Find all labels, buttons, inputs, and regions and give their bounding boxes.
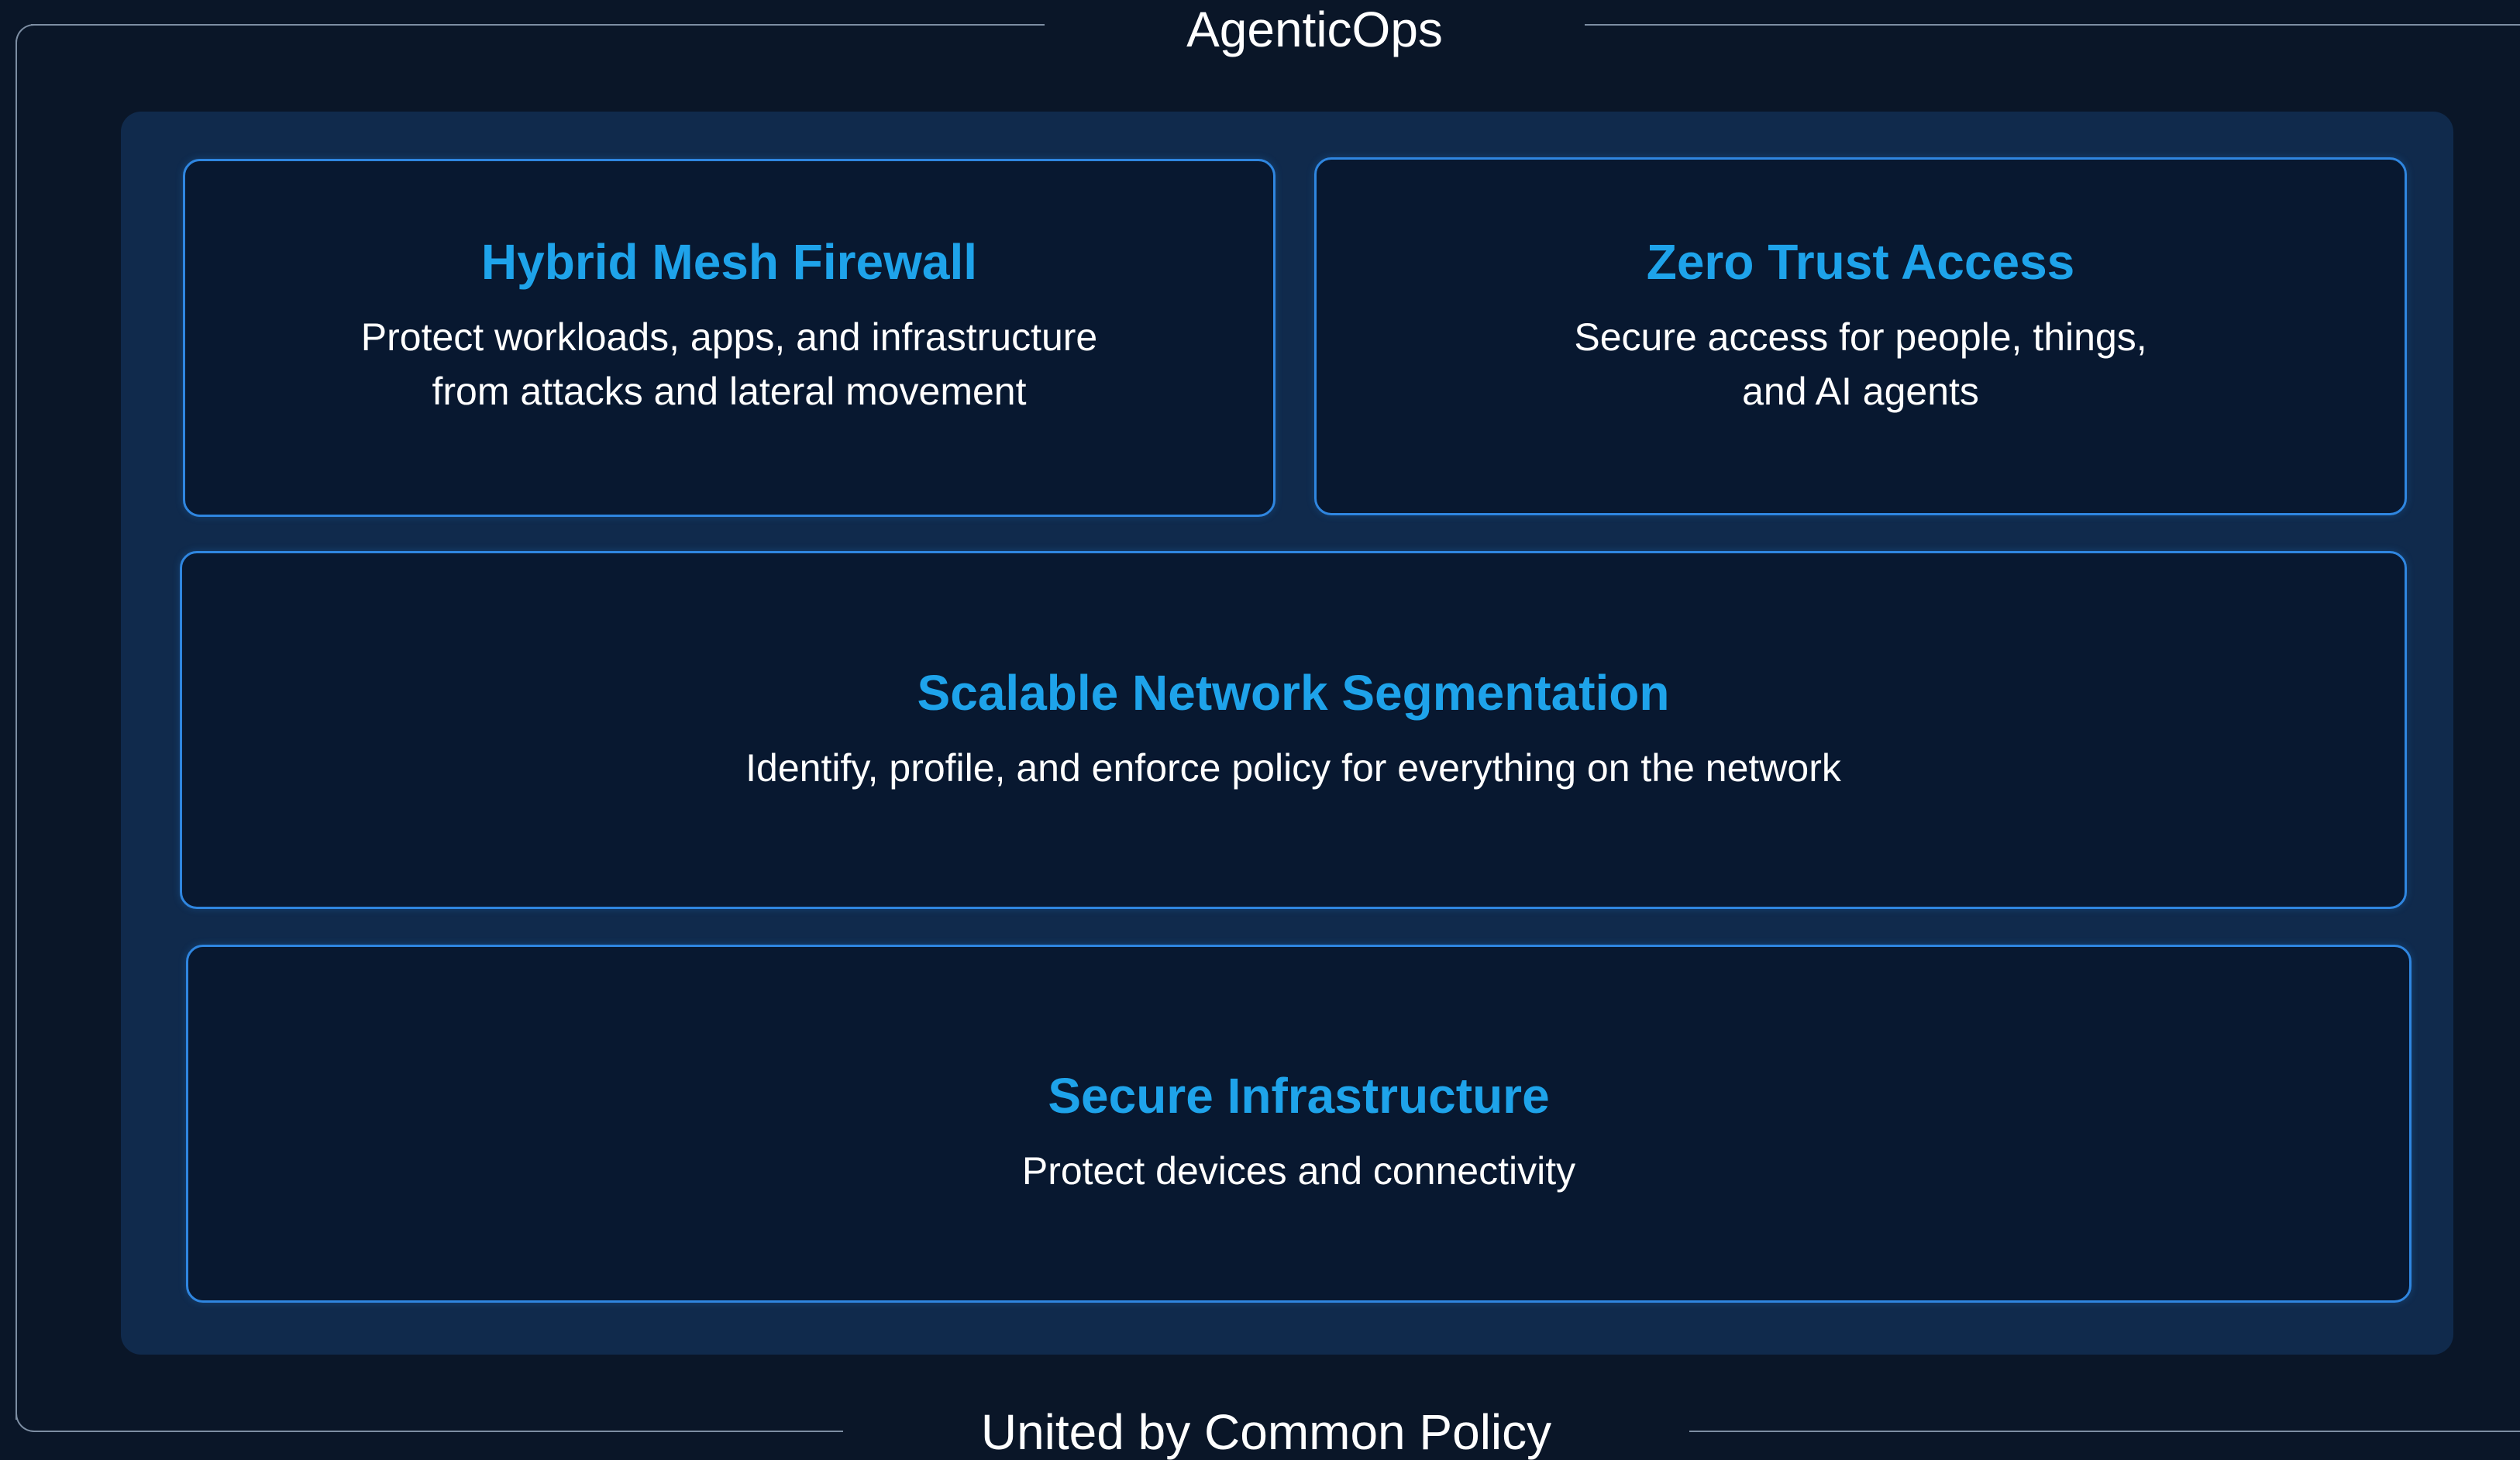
card-title: Scalable Network Segmentation xyxy=(917,665,1670,721)
card-description-line: Identify, profile, and enforce policy fo… xyxy=(745,746,1841,790)
scalable-network-segmentation-card: Scalable Network Segmentation Identify, … xyxy=(180,551,2407,909)
frame-left-line xyxy=(15,40,17,1420)
frame-bottom-right-line xyxy=(1689,1431,2520,1432)
frame-bottom-left-corner xyxy=(15,1401,46,1432)
frame-bottom-left-line xyxy=(45,1431,843,1432)
card-title: Zero Trust Access xyxy=(1646,234,2075,290)
card-description-line: from attacks and lateral movement xyxy=(432,370,1027,413)
frame-top-left-line xyxy=(31,24,1045,26)
frame-top-right-line xyxy=(1585,24,2520,26)
card-description-line: and AI agents xyxy=(1742,370,1979,413)
zero-trust-access-card: Zero Trust Access Secure access for peop… xyxy=(1314,157,2407,515)
card-title: Hybrid Mesh Firewall xyxy=(480,234,978,290)
agenticops-label: AgenticOps xyxy=(1186,2,1443,57)
secure-infrastructure-card: Secure Infrastructure Protect devices an… xyxy=(186,945,2412,1303)
card-description-line: Protect devices and connectivity xyxy=(1021,1149,1576,1193)
frame-top-left-corner xyxy=(15,24,46,55)
diagram-canvas: AgenticOps Hybrid Mesh Firewall Protect … xyxy=(0,0,2520,1460)
card-description-line: Protect workloads, apps, and infrastruct… xyxy=(360,315,1098,359)
card-description-line: Secure access for people, things, xyxy=(1574,315,2147,359)
common-policy-label: United by Common Policy xyxy=(980,1404,1552,1460)
hybrid-mesh-firewall-card: Hybrid Mesh Firewall Protect workloads, … xyxy=(183,159,1275,517)
card-title: Secure Infrastructure xyxy=(1048,1068,1550,1124)
